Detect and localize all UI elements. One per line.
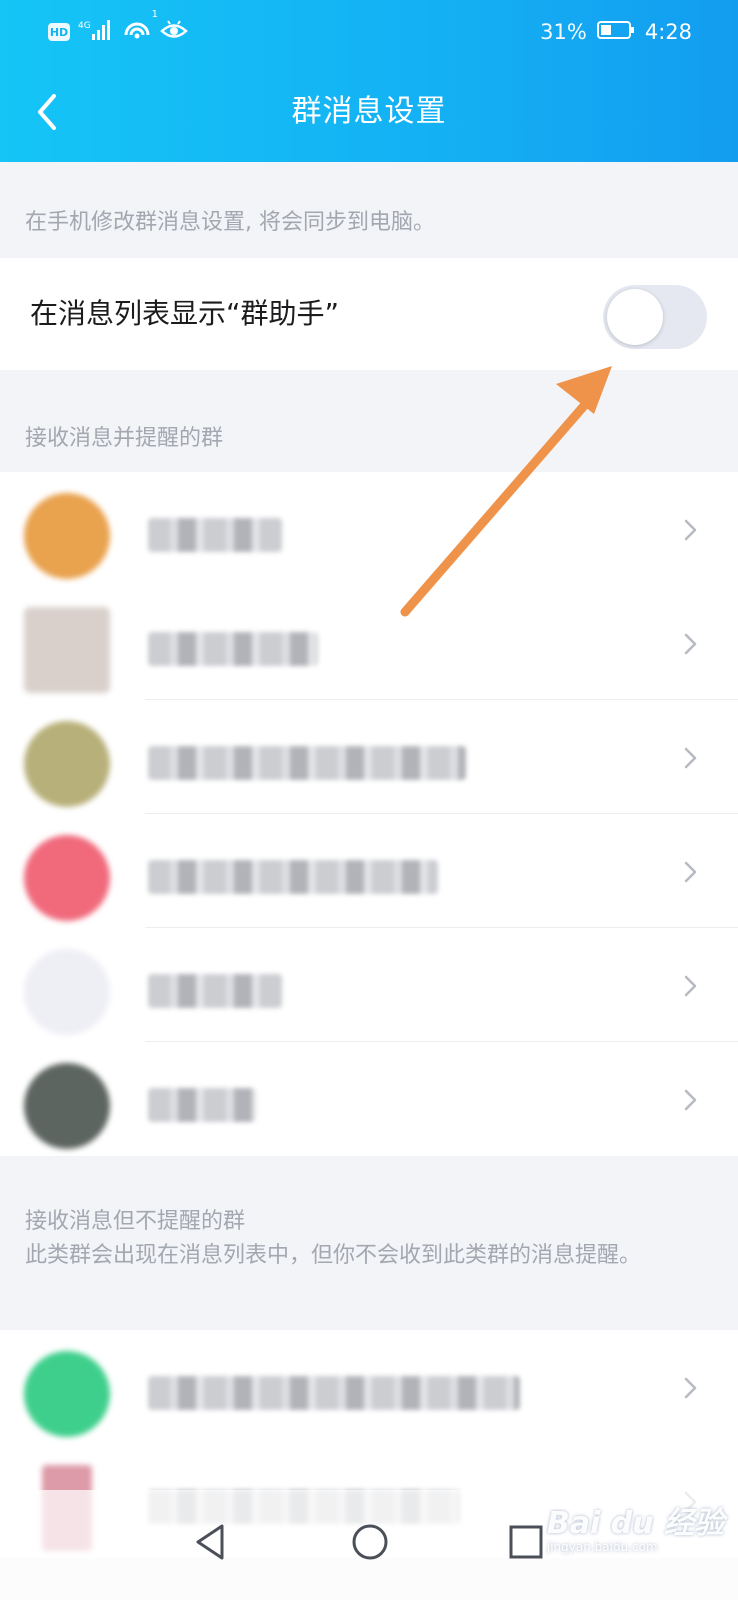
group-avatar <box>24 1351 110 1437</box>
group-item[interactable] <box>0 1042 738 1156</box>
chevron-right-icon <box>684 747 697 769</box>
network-type-label: 4G <box>78 21 91 31</box>
signal-icon: 4G <box>78 19 114 45</box>
group-item[interactable] <box>0 814 738 928</box>
square-recents-icon <box>509 1525 543 1559</box>
group-item[interactable] <box>0 928 738 1042</box>
chevron-right-icon <box>684 633 697 655</box>
group-assistant-label: 在消息列表显示“群助手” <box>30 297 340 330</box>
sync-note: 在手机修改群消息设置, 将会同步到电脑。 <box>25 210 435 235</box>
group-avatar <box>24 949 110 1035</box>
chevron-right-icon <box>684 1377 697 1399</box>
section-header-silent: 接收消息但不提醒的群 <box>25 1209 246 1234</box>
group-assistant-toggle[interactable] <box>603 285 707 349</box>
group-avatar <box>24 493 110 579</box>
group-name-redacted <box>148 974 282 1008</box>
group-avatar <box>24 1063 110 1149</box>
group-item[interactable] <box>0 1330 738 1444</box>
battery-percent: 31% <box>540 20 587 44</box>
arrow-head <box>556 366 612 414</box>
status-bar-right: 31% 4:28 <box>540 14 692 50</box>
watermark-brand: Bai du 经验 <box>546 1506 724 1541</box>
chevron-right-icon <box>684 1089 697 1111</box>
group-name-redacted <box>148 632 318 666</box>
chevron-right-icon <box>684 519 697 541</box>
group-name-redacted <box>148 1376 520 1410</box>
hd-badge: HD <box>48 23 70 41</box>
group-item[interactable] <box>0 472 738 586</box>
chevron-right-icon <box>684 861 697 883</box>
circle-home-icon <box>352 1524 388 1560</box>
clock: 4:28 <box>644 20 692 44</box>
triangle-back-icon <box>196 1524 224 1560</box>
group-item[interactable] <box>0 586 738 700</box>
group-avatar <box>24 607 110 693</box>
wifi-icon: 1 <box>122 9 158 47</box>
nav-home-button[interactable] <box>346 1518 394 1566</box>
toggle-knob <box>607 289 663 345</box>
page-title: 群消息设置 <box>291 94 447 129</box>
watermark-site: jingyan.baidu.com <box>546 1540 658 1554</box>
eye-icon <box>160 19 188 45</box>
group-avatar <box>24 835 110 921</box>
status-bar-left: HD 4G 1 <box>48 9 188 50</box>
group-name-redacted <box>148 518 282 552</box>
battery-icon <box>596 20 635 45</box>
section-description-silent: 此类群会出现在消息列表中，但你不会收到此类群的消息提醒。 <box>25 1243 642 1268</box>
group-name-redacted <box>148 860 438 894</box>
nav-back-button[interactable] <box>188 1518 236 1566</box>
app-header: HD 4G 1 31% 4:28 群消息设置 <box>0 0 738 162</box>
group-avatar <box>24 721 110 807</box>
chevron-right-icon <box>684 975 697 997</box>
nav-recents-button[interactable] <box>502 1518 550 1566</box>
wifi-badge: 1 <box>151 9 158 20</box>
section-header-notify: 接收消息并提醒的群 <box>25 426 224 451</box>
group-name-redacted <box>148 1088 256 1122</box>
baidu-jingyan-watermark: Bai du 经验 jingyan.baidu.com <box>547 1498 724 1554</box>
group-item[interactable] <box>0 700 738 814</box>
group-name-redacted <box>148 746 466 780</box>
notify-group-list <box>0 472 738 1156</box>
